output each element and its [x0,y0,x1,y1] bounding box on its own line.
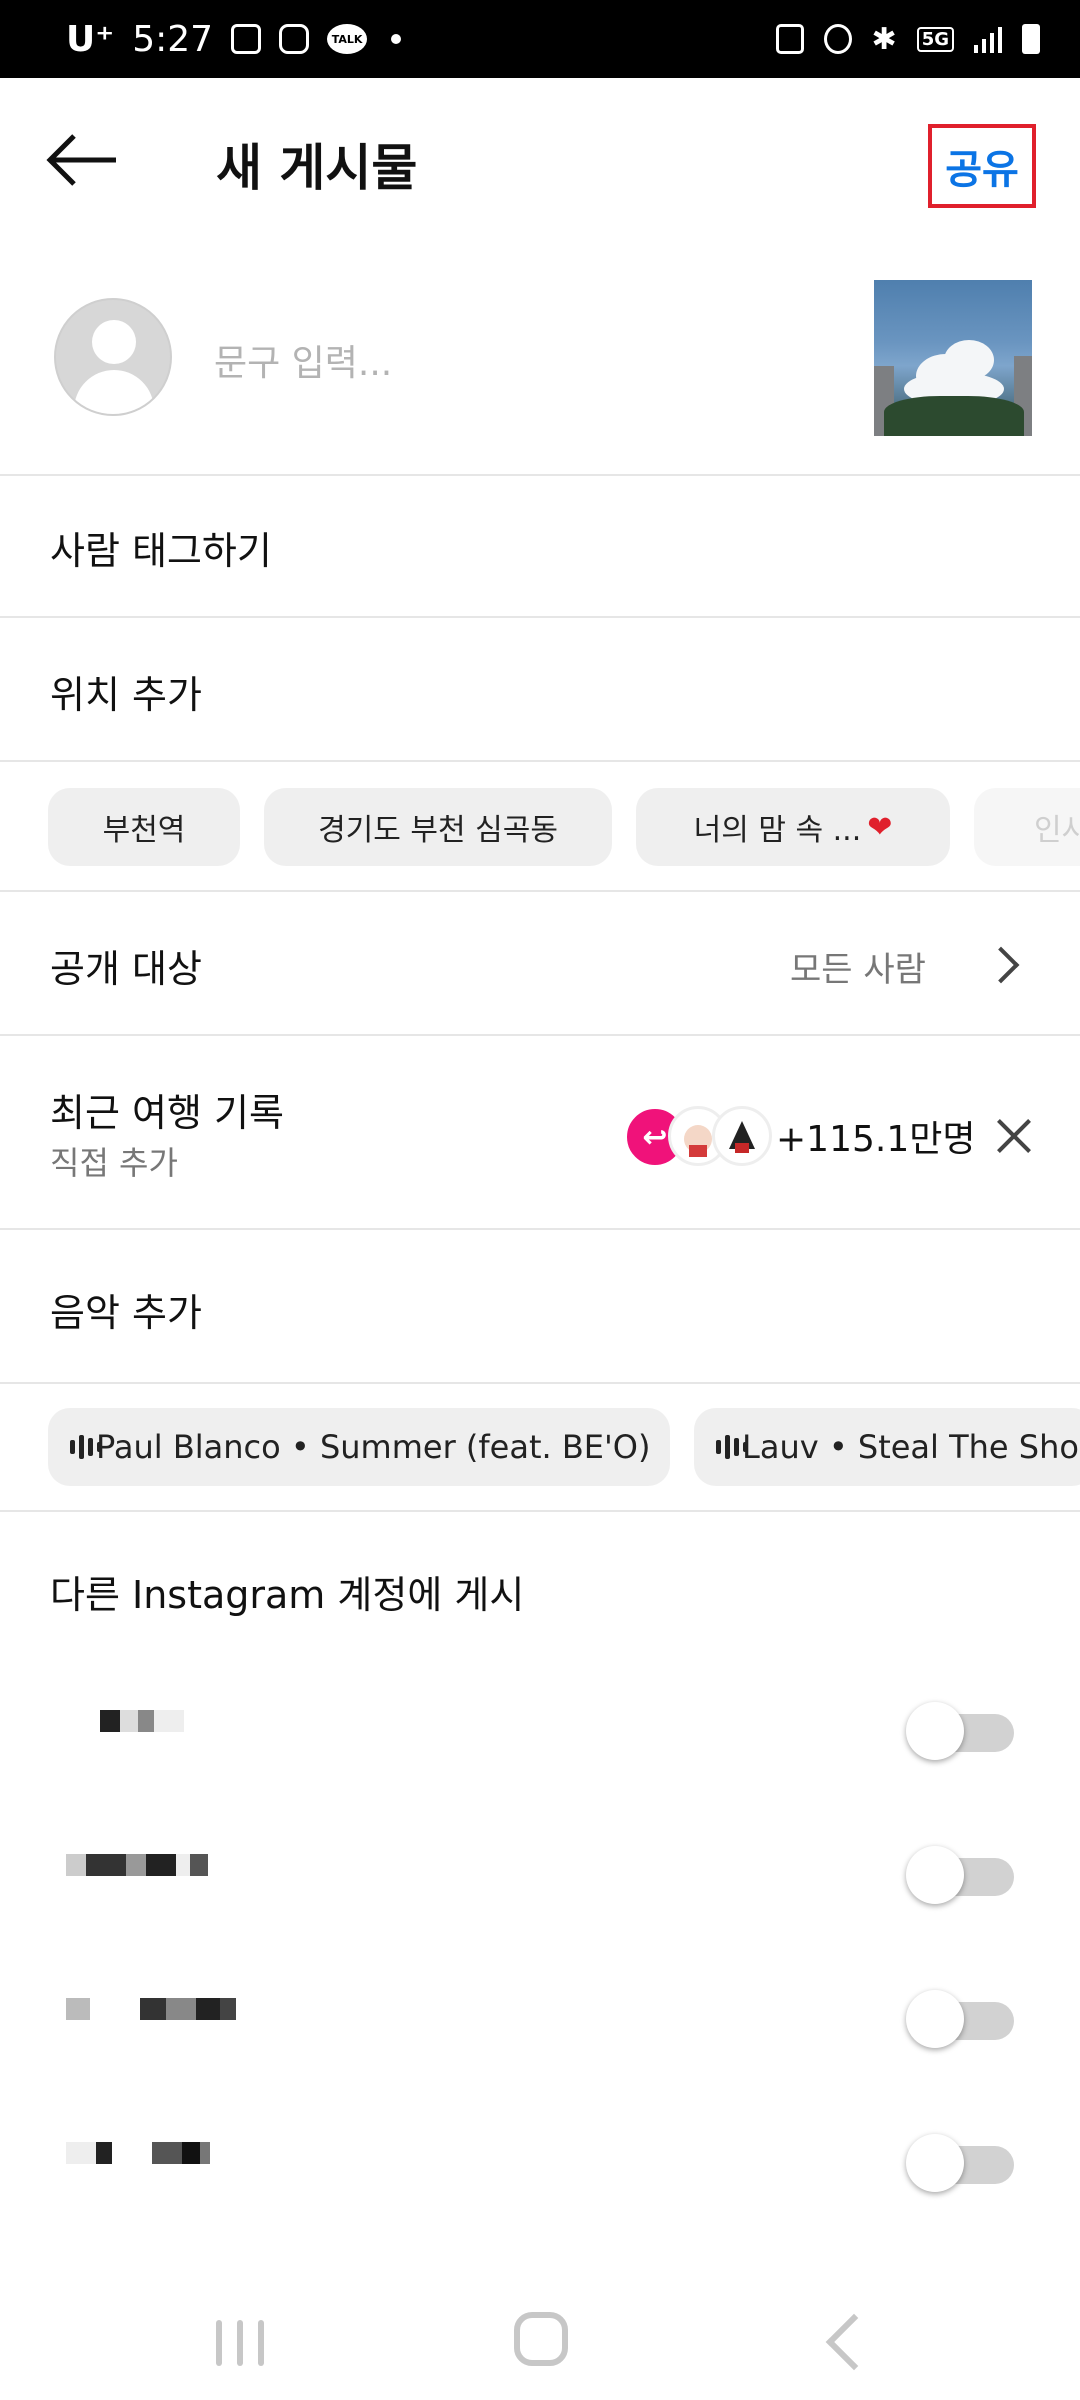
music-chip-label: Lauv • Steal The Show [742,1428,1080,1466]
page-title: 새 게시물 [216,139,418,197]
account-row [0,2088,1080,2228]
caption-section [0,242,1080,476]
close-icon[interactable] [996,1118,1032,1154]
location-chip-label: 너의 맘 속 ... [693,813,862,848]
audience-value: 모든 사람 [790,950,926,990]
recent-travel-sublabel: 직접 추가 [50,1144,178,1182]
bluetooth-icon: ✱ [871,21,897,57]
status-bar: U⁺ 5:27 TALK ✱ 5G [0,0,1080,78]
alarm-icon [823,24,852,54]
system-nav-bar [0,2290,1080,2400]
network-type-icon: 5G [916,26,954,52]
tag-people-label: 사람 태그하기 [50,529,272,573]
audio-bars-icon [70,1434,102,1460]
battery-saver-icon [775,24,804,54]
add-location-row[interactable]: 위치 추가 [0,618,1080,762]
location-chip[interactable]: 인사 [974,788,1080,866]
more-notifications-icon [391,34,402,44]
account-name-redacted [66,1854,208,1886]
home-button[interactable] [514,2312,568,2366]
avatar [54,298,172,416]
arrow-left-icon [46,134,116,186]
recent-travel-row[interactable]: 최근 여행 기록 직접 추가 ↩ +115.1만명 [0,1036,1080,1230]
sticker-avatar [712,1106,772,1166]
account-name-redacted [66,2142,210,2174]
kakaotalk-icon: TALK [327,24,368,54]
account-toggle[interactable] [906,2134,1018,2192]
audience-row[interactable]: 공개 대상 모든 사람 [0,892,1080,1036]
chevron-right-icon [982,946,1020,984]
audio-bars-icon [716,1434,748,1460]
account-row [0,1800,1080,1940]
account-name-redacted [66,1998,236,2030]
header: 새 게시물 공유 [0,78,1080,242]
post-thumbnail[interactable] [874,280,1032,436]
share-button[interactable]: 공유 [928,124,1036,208]
other-accounts-title: 다른 Instagram 계정에 게시 [50,1573,525,1617]
music-chip[interactable]: Lauv • Steal The Show [694,1408,1080,1486]
carrier-label: U⁺ [66,18,115,60]
system-back-button[interactable] [825,2313,883,2371]
battery-icon [1022,24,1040,54]
add-music-row[interactable]: 음악 추가 [0,1230,1080,1384]
location-chip[interactable]: 경기도 부천 심곡동 [264,788,612,866]
back-button[interactable] [46,132,118,188]
tag-people-row[interactable]: 사람 태그하기 [0,474,1080,618]
location-chip[interactable]: 너의 맘 속 ... ❤ [636,788,950,866]
account-toggle[interactable] [906,1846,1018,1904]
recent-travel-label: 최근 여행 기록 [50,1091,284,1135]
location-chip[interactable]: 부천역 [48,788,240,866]
recent-apps-button[interactable] [216,2320,264,2366]
account-name-redacted [66,1710,184,1742]
add-music-label: 음악 추가 [50,1291,202,1335]
account-toggle[interactable] [906,1702,1018,1760]
caption-input[interactable] [212,332,836,394]
travel-count: +115.1만명 [776,1119,976,1160]
account-row [0,1656,1080,1796]
clock: 5:27 [132,18,214,60]
music-chip-label: Paul Blanco • Summer (feat. BE'O) [96,1428,651,1466]
signal-icon [974,25,1002,53]
location-suggestions: 부천역 경기도 부천 심곡동 너의 맘 속 ... ❤ 인사 [0,762,1080,892]
add-location-label: 위치 추가 [50,673,202,717]
heart-icon: ❤ [867,809,893,845]
audience-label: 공개 대상 [50,947,202,991]
music-chip[interactable]: Paul Blanco • Summer (feat. BE'O) [48,1408,670,1486]
gallery-icon [231,24,262,54]
account-row [0,1944,1080,2084]
account-toggle[interactable] [906,1990,1018,2048]
instagram-icon [279,24,310,54]
